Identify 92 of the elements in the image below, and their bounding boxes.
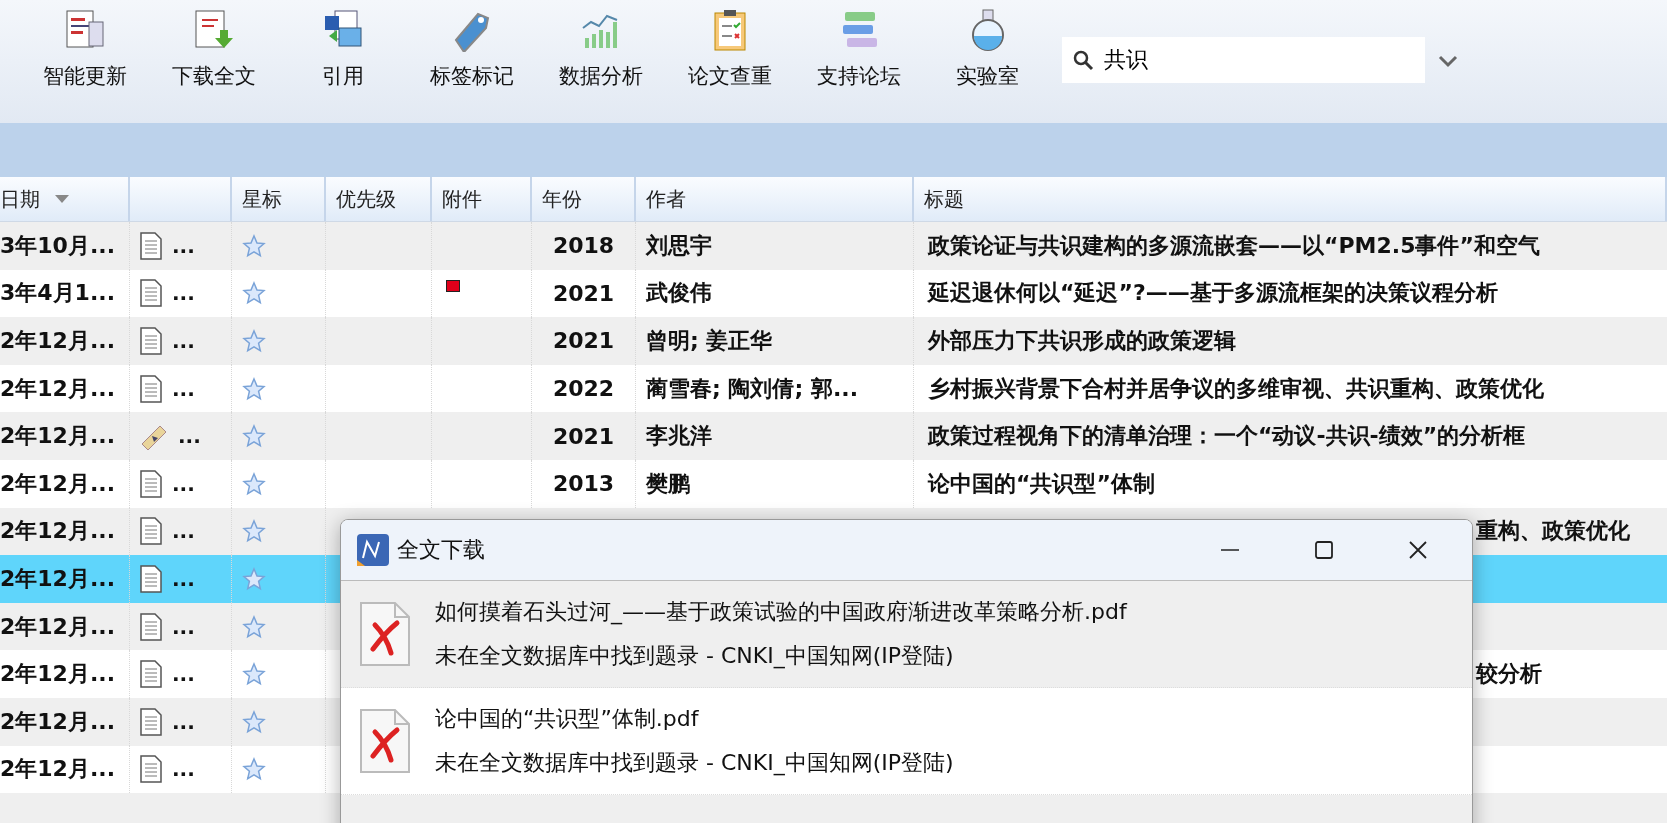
download-status: 未在全文数据库中找到题录 - CNKI_中国知网(IP登陆) (435, 749, 954, 778)
table-cell: 2022 (552, 376, 615, 402)
toolbar-button[interactable]: 智能更新 (20, 0, 149, 118)
star-icon[interactable] (242, 281, 266, 306)
star-icon[interactable] (242, 566, 266, 591)
toolbar-button[interactable]: 论文查重 (665, 0, 794, 118)
file-name: 论中国的“共识型”体制.pdf (435, 705, 700, 733)
table-cell-text: 较分析 (1476, 660, 1542, 689)
table-cell: ... (172, 281, 195, 306)
table-cell: 2021 (552, 423, 615, 449)
star-icon[interactable] (242, 376, 266, 401)
table-cell-text: 外部压力下共识形成的政策逻辑 (928, 327, 1236, 355)
table-cell-text: 2年12月... (0, 755, 115, 784)
table-cell: ... (172, 662, 195, 687)
star-icon[interactable] (242, 709, 266, 734)
close-icon[interactable] (1408, 540, 1428, 560)
table-cell-text: 乡村振兴背景下合村并居争议的多维审视、共识重构、政策优化 (928, 374, 1544, 403)
table-cell-text: 2年12月... (0, 707, 115, 736)
toolbar-button[interactable]: 标签标记 (407, 0, 536, 118)
toolbar-button[interactable]: 引用 (278, 0, 407, 118)
table-cell: 2013 (552, 471, 615, 497)
star-icon[interactable] (242, 662, 266, 687)
table-row[interactable]: 2年12月... ... 2013 樊鹏 论中国的“共识型”体制 (0, 459, 1667, 508)
table-row[interactable]: 3年4月1... ... 2021 武俊伟 延迟退休何以“延迟”?——基于多源流框架的决策议程分析 (0, 269, 1667, 318)
table-cell-text: 曾明; 姜正华 (646, 327, 773, 355)
table-cell-text: 李兆洋 (646, 422, 712, 451)
table-cell: ... (178, 424, 201, 449)
table-cell: ... (172, 757, 195, 782)
star-icon[interactable] (242, 757, 266, 782)
table-cell: ... (172, 566, 195, 591)
file-name: 如何摸着石头过河_——基于政策试验的中国政府渐进改革策略分析.pdf (435, 598, 1127, 627)
table-cell-text: 论中国的“共识型”体制 (928, 469, 1155, 498)
table-cell-text: 3年4月1... (0, 279, 115, 308)
search-icon (1072, 49, 1094, 71)
table-cell: ... (172, 709, 195, 734)
table-cell-text: 延迟退休何以“延迟”?——基于多源流框架的决策议程分析 (928, 279, 1498, 308)
download-item[interactable]: 论中国的“共识型”体制.pdf 未在全文数据库中找到题录 - CNKI_中国知网(IP登陆) (341, 688, 1472, 795)
table-cell-text: 2年12月... (0, 517, 115, 546)
table-cell-text: 2年12月... (0, 327, 115, 355)
search-field[interactable]: 共识 (1062, 37, 1425, 83)
document-icon (140, 517, 162, 546)
table-cell-text: 樊鹏 (646, 469, 690, 498)
app-logo-icon (357, 534, 389, 566)
table-cell-text: 武俊伟 (646, 279, 712, 308)
table-cell: 2021 (552, 280, 615, 306)
table-cell: ... (172, 329, 195, 353)
download-status: 未在全文数据库中找到题录 - CNKI_中国知网(IP登陆) (435, 642, 955, 671)
table-cell-text: 蔺雪春; 陶刘倩; 郭... (646, 374, 858, 403)
document-icon (140, 469, 162, 498)
table-cell-text: 政策论证与共识建构的多源流嵌套——以“PM2.5事件”和空气 (928, 231, 1540, 260)
star-icon[interactable] (242, 519, 266, 544)
table-cell-text: 2年12月... (0, 469, 115, 498)
table-cell-text: 重构、政策优化 (1476, 517, 1630, 546)
star-icon[interactable] (242, 471, 266, 496)
toolbar-button[interactable]: 数据分析 (536, 0, 665, 118)
document-icon (140, 755, 162, 784)
dialog-title: 全文下载 (397, 536, 486, 564)
download-item[interactable]: 如何摸着石头过河_——基于政策试验的中国政府渐进改革策略分析.pdf 未在全文数据库中找到题录 - CNKI_中国知网(IP登陆) (341, 581, 1472, 688)
document-icon (140, 660, 162, 689)
table-cell: ... (172, 233, 195, 258)
table-cell: 2021 (552, 328, 615, 354)
maximize-icon[interactable] (1314, 540, 1334, 560)
star-icon[interactable] (242, 614, 266, 639)
chevron-down-icon[interactable] (1437, 54, 1459, 68)
document-icon (140, 707, 162, 736)
table-cell-text: 2年12月... (0, 422, 115, 451)
table-cell: ... (172, 471, 195, 496)
table-cell-text: 2年12月... (0, 374, 115, 403)
document-icon (140, 327, 162, 355)
toolbar-button[interactable]: 实验室 (923, 0, 1052, 118)
table-cell-text: 2年12月... (0, 660, 115, 689)
table-cell: 2018 (552, 233, 615, 259)
star-icon[interactable] (242, 424, 266, 449)
document-icon (140, 279, 162, 308)
star-icon[interactable] (242, 233, 266, 258)
document-icon (140, 612, 162, 641)
table-cell-text: 政策过程视角下的清单治理：一个“动议-共识-绩效”的分析框 (928, 422, 1526, 451)
document-icon (140, 231, 162, 260)
table-cell-text: 2年12月... (0, 612, 115, 641)
sort-arrow-icon (54, 194, 70, 204)
table-cell: ... (172, 614, 195, 639)
document-icon (140, 564, 162, 593)
document-icon (140, 374, 162, 403)
toolbar-button[interactable]: 支持论坛 (794, 0, 923, 118)
table-row[interactable]: 2年12月... ... 2022 蔺雪春; 陶刘倩; 郭... 乡村振兴背景下合村并居争议的多维审视、共识重构、政策优化 (0, 364, 1667, 413)
table-cell-text: 3年10月... (0, 231, 115, 260)
star-icon[interactable] (242, 329, 266, 353)
table-cell-text: 2年12月... (0, 564, 115, 593)
table-cell: ... (172, 376, 195, 401)
table-cell: ... (172, 519, 195, 544)
toolbar-button[interactable]: 下载全文 (149, 0, 278, 118)
table-cell-text: 刘思宇 (646, 231, 712, 260)
